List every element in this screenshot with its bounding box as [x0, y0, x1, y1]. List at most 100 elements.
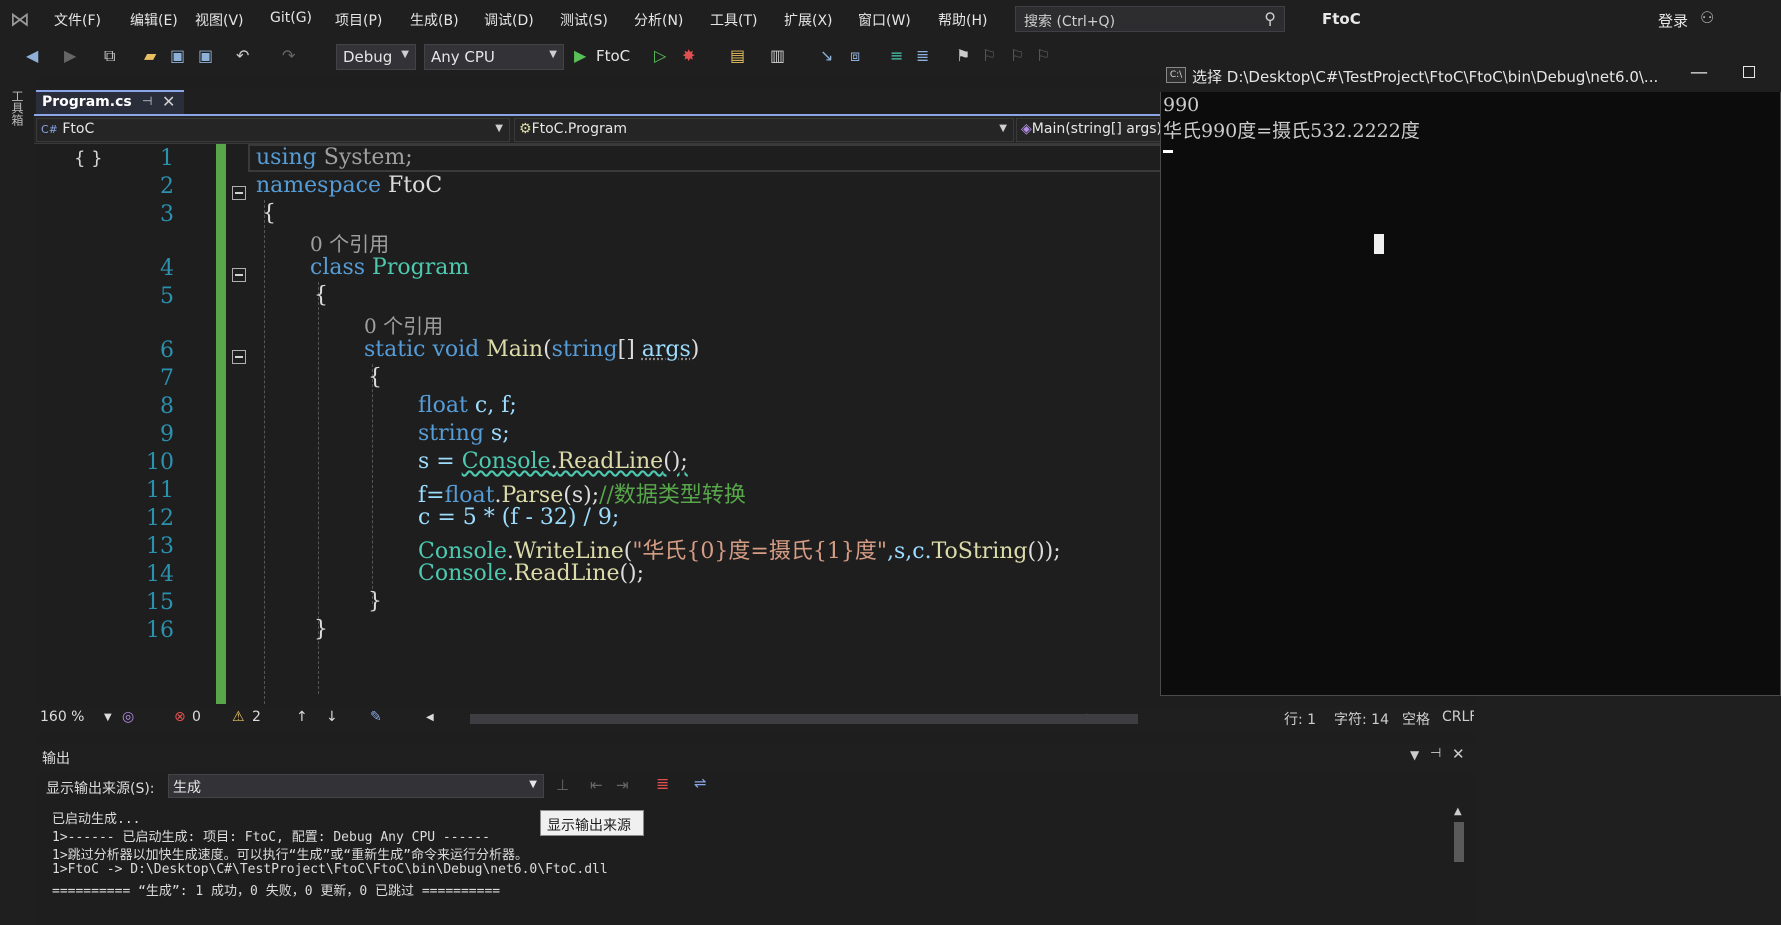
- menu-build[interactable]: 生成(B): [410, 10, 459, 30]
- solution-explorer-icon[interactable]: ▤: [730, 46, 745, 65]
- line-number: 15: [146, 590, 174, 615]
- menu-tools[interactable]: 工具(T): [710, 10, 757, 30]
- next-message-icon[interactable]: ⇥: [616, 776, 629, 794]
- code-editor[interactable]: [34, 144, 1164, 704]
- code-line-2: namespace FtoC: [256, 173, 442, 198]
- class-dropdown[interactable]: ⚙FtoC.Program ▼: [514, 118, 1014, 142]
- search-box[interactable]: 搜索 (Ctrl+Q) ⚲: [1015, 6, 1285, 32]
- member-dropdown[interactable]: ◈Main(string[] args): [1016, 118, 1164, 142]
- output-source-select[interactable]: 生成 ▼: [168, 774, 544, 798]
- menu-window[interactable]: 窗口(W): [858, 10, 911, 30]
- console-title: 选择 D:\Desktop\C#\TestProject\FtoC\FtoC\b…: [1192, 68, 1659, 86]
- menu-debug[interactable]: 调试(D): [484, 10, 534, 30]
- code-token: string: [551, 337, 618, 362]
- output-line: 1>FtoC -> D:\Desktop\C#\TestProject\FtoC…: [52, 862, 608, 877]
- fold-toggle-namespace[interactable]: [232, 186, 246, 200]
- comment-icon[interactable]: ≡: [890, 46, 903, 65]
- fold-toggle-class[interactable]: [232, 268, 246, 282]
- format-icon[interactable]: ⧈: [850, 46, 860, 66]
- column-indicator[interactable]: 字符: 14: [1334, 709, 1389, 729]
- console-text-cursor: [1163, 150, 1173, 153]
- search-icon[interactable]: ⚲: [1264, 9, 1276, 28]
- horizontal-scrollbar[interactable]: [470, 714, 1138, 724]
- bookmark-icon[interactable]: ⚑: [956, 46, 970, 65]
- next-bookmark-icon[interactable]: ⚐: [1010, 46, 1024, 65]
- undo-icon[interactable]: ↶: [236, 46, 249, 65]
- open-folder-icon[interactable]: ▰: [144, 46, 156, 65]
- clear-all-icon[interactable]: ≣: [656, 774, 669, 793]
- output-vertical-scrollbar[interactable]: ▲: [1450, 806, 1468, 925]
- references-codelens[interactable]: 0 个引用: [310, 228, 389, 257]
- line-indicator[interactable]: 行: 1: [1284, 709, 1316, 729]
- scroll-thumb[interactable]: [1454, 822, 1464, 862]
- forward-icon[interactable]: ▶: [64, 46, 76, 65]
- warning-count[interactable]: 2: [252, 709, 261, 725]
- platform-select[interactable]: Any CPU ▼: [424, 44, 564, 70]
- output-menu-icon[interactable]: ▼: [1410, 748, 1419, 762]
- new-item-icon[interactable]: ⧉: [104, 46, 115, 66]
- next-issue-icon[interactable]: ↓: [326, 709, 338, 725]
- save-icon[interactable]: ▣: [170, 46, 185, 65]
- code-cleanup-icon[interactable]: ✎: [370, 709, 382, 725]
- toolbox-tab[interactable]: 工具箱: [8, 90, 26, 126]
- menu-edit[interactable]: 编辑(E): [130, 10, 178, 30]
- start-debug-icon[interactable]: ▶: [574, 46, 586, 65]
- side-strip: [0, 74, 34, 925]
- back-icon[interactable]: ◀: [26, 46, 38, 65]
- menu-help[interactable]: 帮助(H): [938, 10, 987, 30]
- class-icon: ⚙: [519, 121, 532, 137]
- config-select[interactable]: Debug ▼: [336, 44, 416, 70]
- close-icon[interactable]: ✕: [162, 92, 175, 111]
- clear-bookmarks-icon[interactable]: ⚐: [1036, 46, 1050, 65]
- project-dropdown[interactable]: C# FtoC ▼: [36, 118, 510, 142]
- console-window[interactable]: [1160, 58, 1781, 696]
- line-number: 13: [146, 534, 174, 559]
- save-all-icon[interactable]: ▣: [198, 46, 213, 65]
- prev-bookmark-icon[interactable]: ⚐: [982, 46, 996, 65]
- prev-message-icon[interactable]: ⇤: [590, 776, 603, 794]
- menu-analyze[interactable]: 分析(N): [634, 10, 683, 30]
- account-icon[interactable]: ⚇: [1700, 8, 1714, 27]
- zoom-level[interactable]: 160 %: [40, 709, 84, 725]
- visual-studio-logo-icon[interactable]: ⋈: [10, 8, 36, 30]
- menu-view[interactable]: 视图(V): [195, 10, 244, 30]
- prev-issue-icon[interactable]: ↑: [296, 709, 308, 725]
- uncomment-icon[interactable]: ≣: [916, 46, 929, 65]
- start-without-debug-icon[interactable]: ▷: [654, 46, 666, 65]
- run-target-label[interactable]: FtoC: [596, 47, 630, 65]
- copilot-icon[interactable]: ◎: [122, 709, 134, 725]
- close-icon[interactable]: ✕: [1452, 745, 1465, 763]
- line-ending-indicator[interactable]: CRLF: [1442, 709, 1477, 725]
- login-link[interactable]: 登录: [1658, 10, 1688, 31]
- menu-file[interactable]: 文件(F): [54, 10, 101, 30]
- chevron-down-icon: ▼: [999, 123, 1007, 134]
- error-count[interactable]: 0: [192, 709, 201, 725]
- scroll-up-icon[interactable]: ▲: [1454, 806, 1462, 817]
- menu-test[interactable]: 测试(S): [560, 10, 608, 30]
- pin-icon[interactable]: ⊣: [1430, 746, 1441, 761]
- menu-extensions[interactable]: 扩展(X): [784, 10, 833, 30]
- fold-toggle-method[interactable]: [232, 350, 246, 364]
- warning-icon[interactable]: ⚠: [232, 709, 245, 725]
- pin-icon[interactable]: ⊣: [142, 94, 152, 108]
- layout-icon[interactable]: ▥: [770, 46, 785, 65]
- menu-git[interactable]: Git(G): [270, 10, 312, 26]
- minimize-icon[interactable]: —: [1690, 62, 1708, 83]
- maximize-icon[interactable]: [1743, 66, 1755, 78]
- chevron-down-icon[interactable]: ▼: [104, 712, 112, 723]
- tab-program-cs[interactable]: Program.cs ⊣ ✕: [36, 90, 184, 114]
- whitespace-indicator[interactable]: 空格: [1402, 709, 1430, 729]
- references-codelens[interactable]: 0 个引用: [364, 310, 443, 339]
- member-dropdown-label: ◈Main(string[] args): [1021, 121, 1162, 137]
- scroll-left-icon[interactable]: ◀: [426, 712, 434, 723]
- redo-icon[interactable]: ↷: [282, 46, 295, 65]
- hot-reload-icon[interactable]: ✸: [682, 46, 695, 65]
- error-icon[interactable]: ⊗: [174, 709, 186, 725]
- step-icon[interactable]: ↘: [820, 46, 833, 65]
- line-number: 1: [160, 146, 174, 171]
- word-wrap-icon[interactable]: ⇌: [694, 774, 707, 792]
- line-number: 16: [146, 618, 174, 643]
- menu-project[interactable]: 项目(P): [335, 10, 382, 30]
- find-message-icon[interactable]: ⊥: [556, 776, 569, 794]
- tooltip-text: 显示输出来源: [547, 818, 631, 834]
